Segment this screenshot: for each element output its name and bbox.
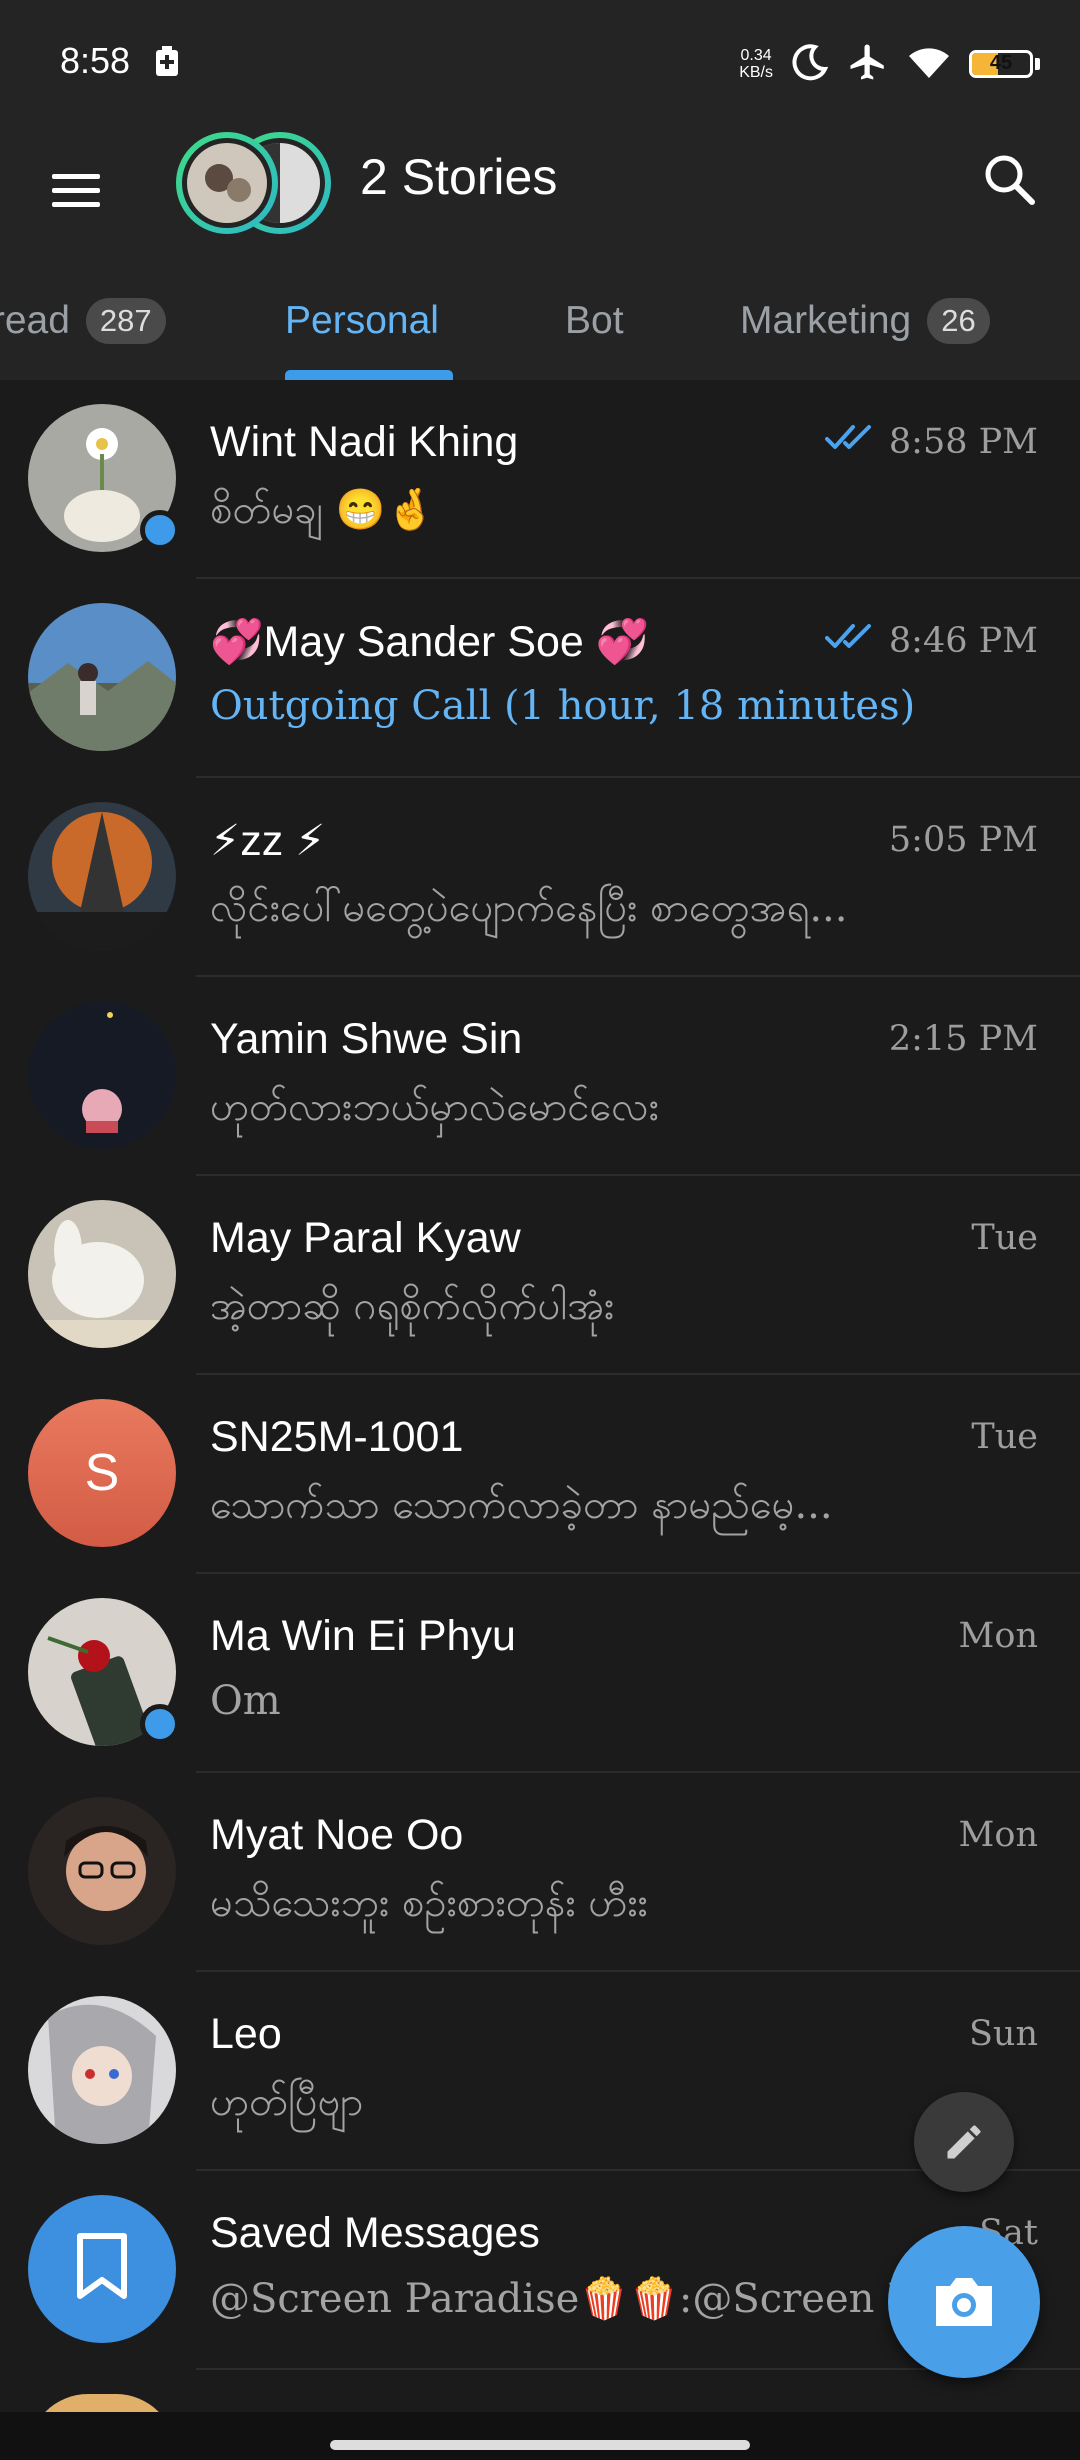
chat-time-label: 5:05 PM [888, 820, 1038, 860]
search-icon[interactable] [980, 150, 1040, 210]
battery-icon: 45 [969, 50, 1040, 78]
tab-badge: 26 [927, 298, 990, 344]
airplane-icon [847, 41, 889, 88]
chat-message: ဟုတ်ပြီဗျာ [210, 2079, 364, 2125]
chat-name: SN25M-1001 [210, 1413, 464, 1461]
tab-personal[interactable]: Personal [285, 296, 439, 346]
online-indicator [140, 510, 180, 550]
network-speed: 0.34 KB/s [739, 47, 773, 81]
chat-message: ဟုတ်လားဘယ်မှာလဲမောင်လေး [210, 1084, 659, 1130]
net-speed-unit: KB/s [739, 64, 773, 81]
chat-message: သောက်သာ သောက်လာခဲ့တာ နာမည်မေ့... [210, 1482, 833, 1528]
chat-time-label: Tue [971, 1218, 1038, 1258]
chat-time: 8:58 PM [824, 422, 1038, 462]
chat-time-label: Mon [958, 1616, 1038, 1656]
chat-name: Myat Noe Oo [210, 1811, 464, 1859]
avatar [28, 802, 176, 950]
battery-level: 45 [989, 52, 1013, 74]
status-time: 8:58 [60, 40, 131, 81]
battery-saver-icon [154, 46, 180, 83]
chat-name: 💞May Sander Soe 💞 [210, 618, 650, 666]
chat-time-label: 2:15 PM [888, 1019, 1038, 1059]
avatar [28, 2195, 176, 2343]
avatar-initial: S [84, 1444, 120, 1502]
chat-time: Sun [969, 2014, 1038, 2054]
chat-message: Outgoing Call (1 hour, 18 minutes) [210, 683, 916, 729]
navigation-bar [0, 2412, 1080, 2460]
chat-time: Mon [959, 1616, 1038, 1656]
chat-message: @Screen Paradise🍿🍿:@Screen Paradise [210, 2276, 1000, 2322]
chat-time-label: Sun [968, 2014, 1038, 2054]
avatar [28, 1797, 176, 1945]
net-speed-value: 0.34 [740, 47, 772, 64]
tab-label: Unread [0, 299, 70, 342]
avatar [28, 1996, 176, 2144]
chat-time: Mon [959, 1815, 1038, 1855]
tab-unread[interactable]: Unread 287 [0, 296, 166, 346]
chat-time: 8:46 PM [824, 621, 1038, 661]
chat-name: May Paral Kyaw [210, 1214, 521, 1262]
tab-bot[interactable]: Bot [565, 296, 624, 346]
chat-message: Om [210, 1678, 281, 1724]
double-check-icon [824, 621, 877, 661]
chat-time-label: 8:46 PM [888, 621, 1038, 661]
avatar [28, 603, 176, 751]
home-handle[interactable] [330, 2440, 750, 2450]
chat-message: မသိသေးဘူး စဉ်းစားတုန်း ဟီးး [210, 1880, 648, 1926]
tab-label: Marketing [740, 299, 912, 342]
tab-marketing[interactable]: Marketing 26 [740, 296, 990, 346]
chat-message: စိတ်မချ 😁🤞 [210, 487, 436, 533]
chat-name: Ma Win Ei Phyu [210, 1612, 516, 1660]
chat-time: 2:15 PM [889, 1019, 1038, 1059]
stories-avatars[interactable] [174, 130, 334, 241]
double-check-icon [824, 422, 877, 462]
avatar: S [28, 1399, 176, 1547]
header-title: 2 Stories [360, 149, 558, 205]
chat-row[interactable]: 💞May Sander Soe 💞 8:46 PM Outgoing Call … [0, 579, 1080, 778]
wifi-icon [907, 44, 951, 85]
avatar [28, 1200, 176, 1348]
chat-time: Tue [971, 1417, 1038, 1457]
hamburger-menu-icon[interactable] [46, 160, 106, 220]
chat-row[interactable]: May Paral Kyaw Tue အဲ့တာဆို ဂရုစိုက်လိုက… [0, 1176, 1080, 1375]
tab-label: Bot [565, 299, 624, 342]
moon-icon [791, 43, 829, 86]
online-indicator [140, 1704, 180, 1744]
chat-row[interactable]: S SN25M-1001 Tue သောက်သာ သောက်လာခဲ့တာ နာ… [0, 1375, 1080, 1574]
chat-row[interactable]: Ma Win Ei Phyu Mon Om [0, 1574, 1080, 1773]
active-tab-indicator [285, 370, 453, 380]
chat-name: Wint Nadi Khing [210, 418, 519, 466]
chat-row[interactable]: Wint Nadi Khing 8:58 PM စိတ်မချ 😁🤞 [0, 380, 1080, 579]
chat-name: Yamin Shwe Sin [210, 1015, 523, 1063]
chat-message: လိုင်းပေါ်မတွေ့ပဲပျောက်နေပြီး စာတွေအရ... [210, 885, 848, 931]
chat-row[interactable]: ⚡zz ⚡ 5:05 PM လိုင်းပေါ်မတွေ့ပဲပျောက်နေပ… [0, 778, 1080, 977]
chat-time: 5:05 PM [889, 820, 1038, 860]
chat-name: Leo [210, 2010, 282, 2058]
camera-icon[interactable] [888, 2226, 1040, 2378]
bookmark-icon [72, 2232, 132, 2307]
chat-row[interactable]: Myat Noe Oo Mon မသိသေးဘူး စဉ်းစားတုန်း ဟ… [0, 1773, 1080, 1972]
tab-label: Personal [285, 299, 439, 342]
avatar [28, 1001, 176, 1149]
pencil-icon[interactable] [914, 2092, 1014, 2192]
folder-tabs: Unread 287 Personal Bot Marketing 26 [0, 260, 1080, 380]
tab-badge: 287 [85, 298, 166, 344]
chat-row[interactable]: Yamin Shwe Sin 2:15 PM ဟုတ်လားဘယ်မှာလဲမေ… [0, 977, 1080, 1176]
chat-message: အဲ့တာဆို ဂရုစိုက်လိုက်ပါအုံး [210, 1283, 615, 1329]
status-bar: 8:58 0.34 KB/s 45 [0, 0, 1080, 128]
chat-name: Saved Messages [210, 2209, 540, 2257]
status-icons: 0.34 KB/s 45 [739, 36, 1040, 92]
chat-time-label: Mon [958, 1815, 1038, 1855]
chat-time: Tue [971, 1218, 1038, 1258]
chat-time-label: Tue [971, 1417, 1038, 1457]
chat-name: ⚡zz ⚡ [210, 817, 326, 865]
chat-time-label: 8:58 PM [888, 422, 1038, 462]
